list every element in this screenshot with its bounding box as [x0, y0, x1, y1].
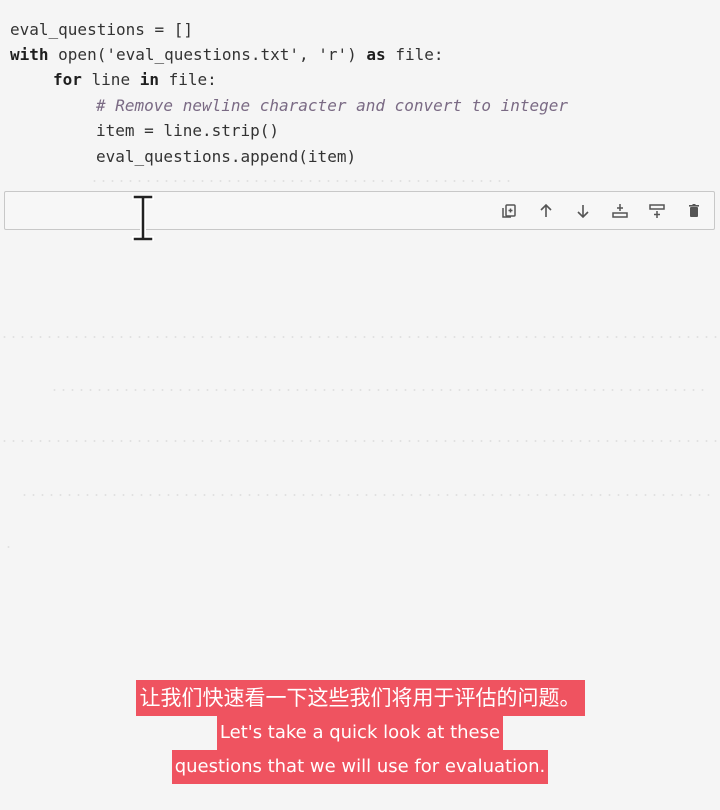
empty-code-cell[interactable]	[4, 191, 715, 230]
faint-row-1	[0, 336, 720, 338]
faint-row-4	[20, 494, 710, 496]
code-line-1: eval_questions = []	[10, 20, 194, 39]
subtitle-english-line-2: questions that we will use for evaluatio…	[0, 750, 720, 784]
subtitle-chinese-text: 让我们快速看一下这些我们将用于评估的问题。	[135, 680, 585, 716]
text-cursor-icon	[132, 195, 154, 241]
cell-toolbar	[496, 198, 706, 223]
subtitle-chinese: 让我们快速看一下这些我们将用于评估的问题。	[0, 680, 720, 716]
code-line-5: item = line.strip()	[96, 121, 280, 140]
faint-row-2	[50, 389, 710, 391]
code-line-2: with open('eval_questions.txt', 'r') as …	[10, 45, 444, 64]
faint-output-row	[90, 180, 510, 182]
subtitle-english-line-1: Let's take a quick look at these	[0, 716, 720, 750]
code-cell[interactable]: eval_questions = [] with open('eval_ques…	[0, 12, 720, 182]
arrow-up-icon[interactable]	[533, 198, 558, 223]
trash-icon[interactable]	[681, 198, 706, 223]
arrow-down-icon[interactable]	[570, 198, 595, 223]
faint-row-5	[4, 546, 16, 548]
code-line-4-comment: # Remove newline character and convert t…	[96, 96, 569, 115]
subtitle-english-text-1: Let's take a quick look at these	[216, 716, 504, 750]
subtitle-english-text-2: questions that we will use for evaluatio…	[171, 750, 549, 784]
faint-row-3	[0, 440, 720, 442]
insert-below-icon[interactable]	[644, 198, 669, 223]
code-line-6: eval_questions.append(item)	[96, 147, 357, 166]
insert-above-icon[interactable]	[607, 198, 632, 223]
copy-icon[interactable]	[496, 198, 521, 223]
code-line-3: for line in file:	[53, 70, 217, 89]
